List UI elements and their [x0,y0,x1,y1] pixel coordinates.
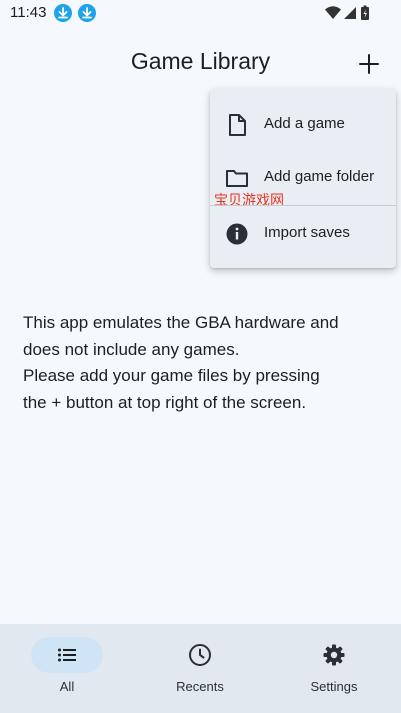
menu-item-label: Add a game [264,115,345,132]
file-icon [224,112,250,138]
plus-icon [359,54,379,74]
list-icon [55,643,79,667]
wifi-icon [325,6,341,19]
status-icons [325,5,373,21]
signal-icon [344,7,356,19]
menu-divider [210,205,396,206]
folder-icon [224,165,250,191]
empty-library-message: This app emulates the GBA hardware and d… [23,310,383,416]
menu-item-import-saves[interactable]: Import saves [210,208,396,258]
nav-label: All [59,679,75,694]
message-line: This app emulates the GBA hardware and [23,313,339,332]
download-icon [54,4,72,22]
message-line: Please add your game files by pressing [23,366,320,385]
status-bar: 11:43 [0,0,401,28]
clock-icon [188,643,212,667]
bottom-nav: All Recents Settings [0,624,401,713]
nav-label: Recents [176,679,224,694]
battery-icon [361,5,369,20]
add-menu: Add a game Add game folder 宝贝游戏网 Import … [210,89,396,268]
menu-item-label: Import saves [264,224,350,241]
page-title: Game Library [130,48,271,74]
message-line: does not include any games. [23,339,240,359]
watermark: 宝贝游戏网 [214,193,284,209]
info-icon [224,221,250,247]
screen: 11:43 Game Library Add a game Add game f… [0,0,401,713]
add-button[interactable] [353,48,385,80]
menu-item-label: Add game folder [264,168,375,185]
message-line: the + button at top right of the screen. [23,392,307,412]
nav-item-settings[interactable]: Settings [267,624,401,713]
nav-item-all[interactable]: All [0,624,134,713]
app-bar: Game Library [0,36,401,92]
status-time: 11:43 [10,4,47,21]
nav-label: Settings [310,679,358,694]
gear-icon [322,643,346,667]
download-icon [78,4,96,22]
nav-item-recents[interactable]: Recents [133,624,267,713]
menu-item-add-game[interactable]: Add a game [210,99,396,149]
